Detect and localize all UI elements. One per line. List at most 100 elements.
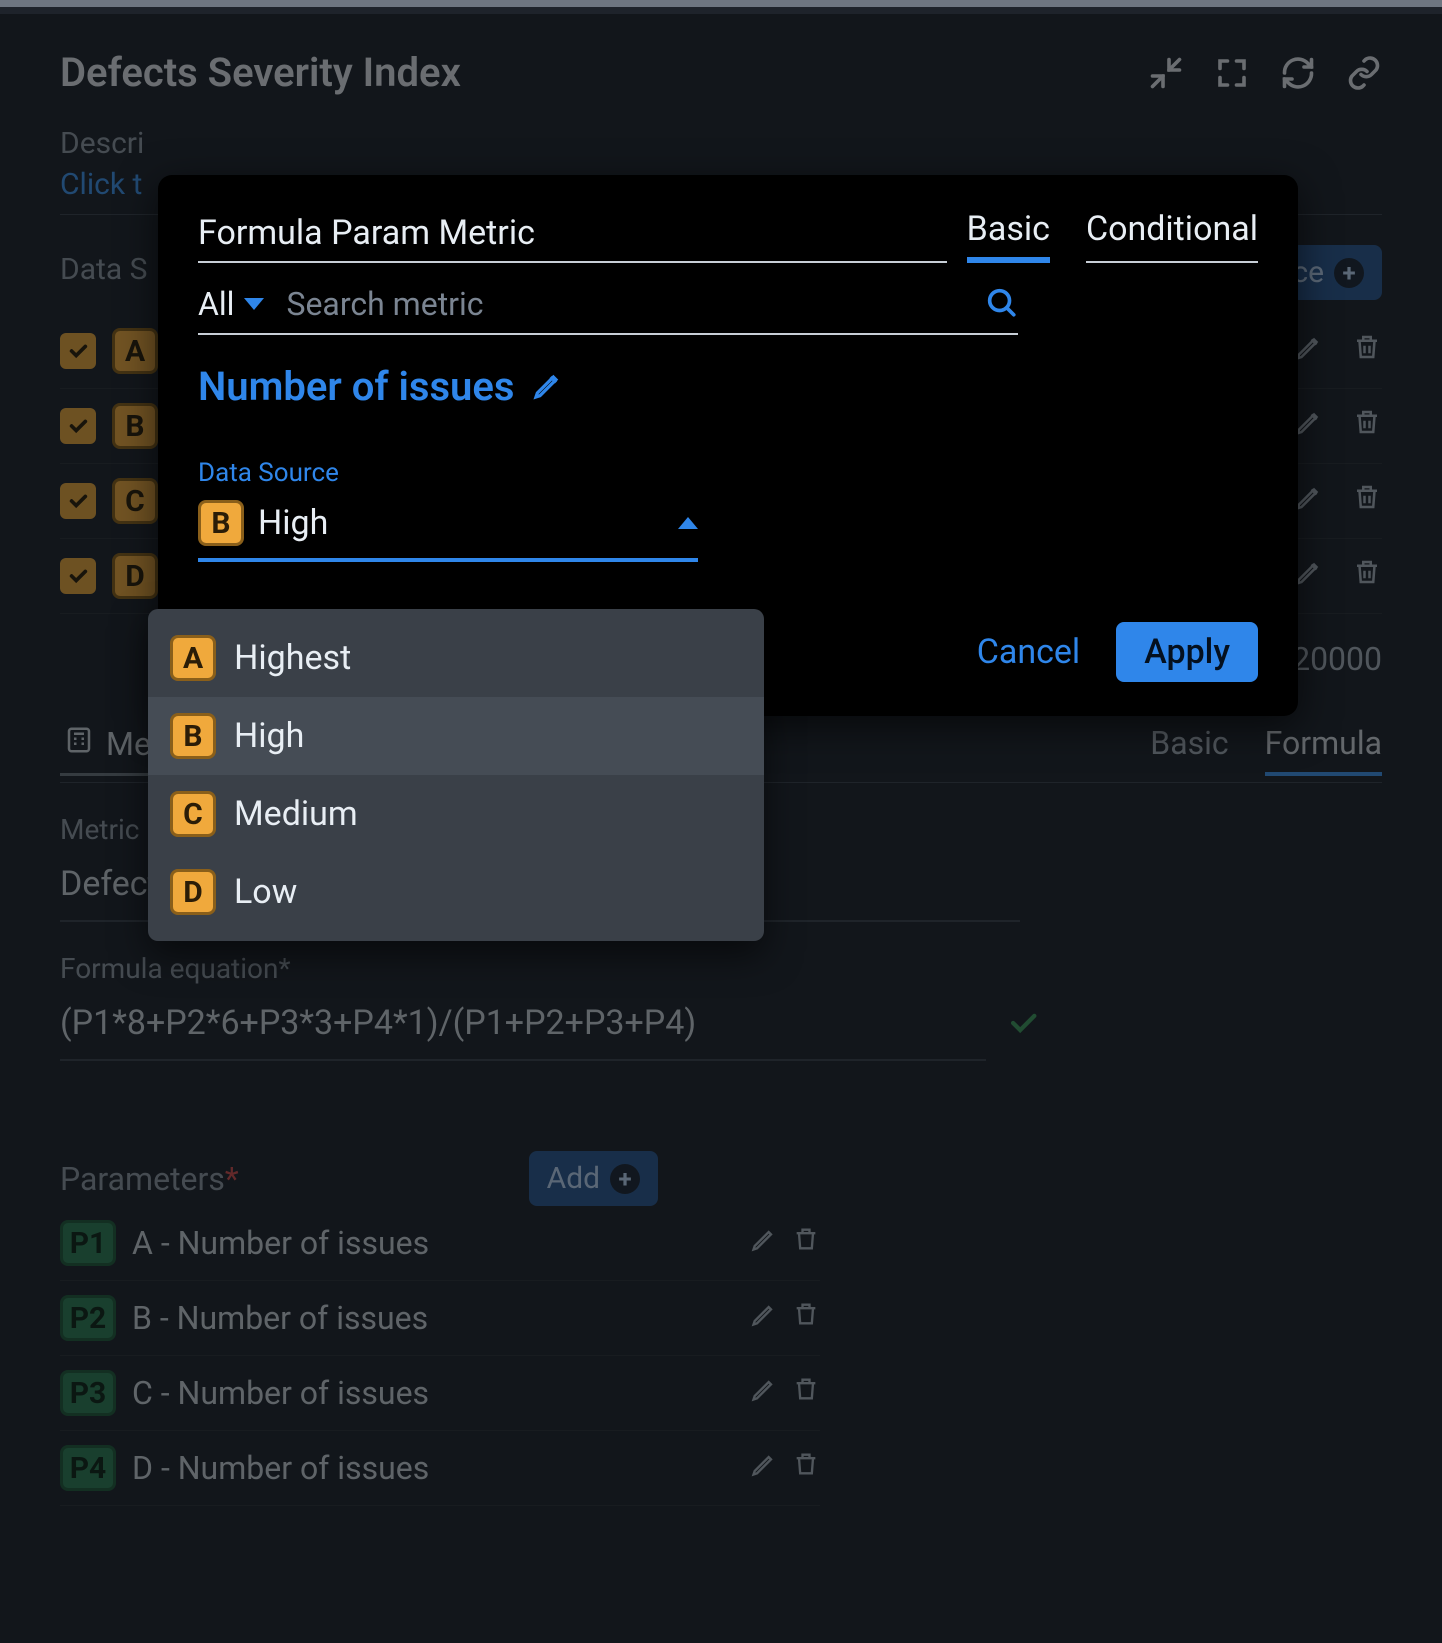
edit-icon[interactable] — [532, 369, 564, 405]
dropdown-option[interactable]: B High — [148, 697, 764, 775]
chevron-up-icon — [678, 517, 698, 529]
tab-formula[interactable]: Formula — [1265, 724, 1382, 776]
parameter-label: D - Number of issues — [132, 1449, 734, 1487]
parameter-label: B - Number of issues — [132, 1299, 734, 1337]
right-tabs: Basic Formula — [1150, 724, 1382, 776]
edit-icon[interactable] — [1294, 482, 1324, 520]
row-actions — [1294, 407, 1382, 445]
add-parameter-button[interactable]: Add + — [529, 1151, 658, 1206]
metric-search-row: All Search metric — [198, 281, 1018, 335]
parameter-row: P2 B - Number of issues — [60, 1281, 820, 1356]
tab-metrics[interactable]: Me — [60, 725, 155, 776]
edit-icon[interactable] — [1294, 557, 1324, 595]
option-label: Low — [234, 872, 297, 912]
parameters-title: Parameters* — [60, 1160, 239, 1198]
option-badge: D — [170, 869, 216, 915]
selected-source-name: High — [258, 503, 328, 543]
modal-header: Formula Param Metric Basic Conditional — [198, 209, 1258, 263]
parameter-badge: P3 — [60, 1370, 116, 1416]
search-filter-all[interactable]: All — [198, 285, 264, 323]
edit-icon[interactable] — [750, 1450, 778, 1486]
parameter-badge: P4 — [60, 1445, 116, 1491]
plus-icon: + — [1334, 258, 1364, 288]
edit-icon[interactable] — [750, 1300, 778, 1336]
parameter-label: C - Number of issues — [132, 1374, 734, 1412]
cancel-button[interactable]: Cancel — [977, 632, 1081, 672]
selected-source-badge: B — [198, 500, 244, 546]
option-badge: C — [170, 791, 216, 837]
parameter-label: A - Number of issues — [132, 1224, 734, 1262]
trash-icon[interactable] — [1352, 407, 1382, 445]
data-source-select[interactable]: B High — [198, 494, 698, 562]
tab-metrics-label: Me — [106, 725, 151, 763]
parameter-badge: P2 — [60, 1295, 116, 1341]
parameter-badge: P1 — [60, 1220, 116, 1266]
parameter-row: P3 C - Number of issues — [60, 1356, 820, 1431]
calculator-icon — [64, 725, 94, 763]
edit-icon[interactable] — [1294, 332, 1324, 370]
row-actions — [1294, 557, 1382, 595]
checkbox-icon[interactable] — [60, 558, 96, 594]
source-letter-badge: B — [112, 403, 158, 449]
edit-icon[interactable] — [1294, 407, 1324, 445]
tab-basic[interactable]: Basic — [1150, 724, 1228, 776]
parameters-list: P1 A - Number of issues P2 B - Number of… — [60, 1206, 1382, 1506]
trash-icon[interactable] — [1352, 557, 1382, 595]
option-label: High — [234, 716, 304, 756]
title-actions — [1148, 55, 1382, 91]
parameters-header: Parameters* Add + — [60, 1151, 1382, 1206]
edit-icon[interactable] — [750, 1225, 778, 1261]
plus-icon: + — [610, 1164, 640, 1194]
chevron-down-icon — [244, 298, 264, 310]
option-badge: B — [170, 713, 216, 759]
option-label: Medium — [234, 794, 358, 834]
checkbox-icon[interactable] — [60, 408, 96, 444]
modal-tab-conditional[interactable]: Conditional — [1086, 209, 1258, 263]
required-star: * — [225, 1160, 239, 1198]
page-title: Defects Severity Index — [60, 49, 461, 96]
app-window: Defects Severity Index — [0, 0, 1442, 1643]
collapse-icon[interactable] — [1148, 55, 1184, 91]
add-parameter-label: Add — [547, 1161, 600, 1196]
trash-icon[interactable] — [1352, 482, 1382, 520]
fullscreen-icon[interactable] — [1214, 55, 1250, 91]
search-all-label: All — [198, 285, 234, 323]
source-letter-badge: D — [112, 553, 158, 599]
description-label: Descri — [60, 126, 1382, 161]
option-label: Highest — [234, 638, 351, 678]
title-bar: Defects Severity Index — [0, 7, 1442, 126]
edit-icon[interactable] — [750, 1375, 778, 1411]
link-icon[interactable] — [1346, 55, 1382, 91]
modal-tab-basic[interactable]: Basic — [967, 209, 1050, 263]
modal-tabs: Basic Conditional — [967, 209, 1258, 263]
checkbox-icon[interactable] — [60, 333, 96, 369]
data-source-dropdown: A Highest B High C Medium D Low — [148, 609, 764, 941]
trash-icon[interactable] — [1352, 332, 1382, 370]
parameter-row: P4 D - Number of issues — [60, 1431, 820, 1506]
formula-label: Formula equation* — [60, 952, 1382, 985]
check-icon — [1006, 1006, 1040, 1048]
search-icon[interactable] — [984, 285, 1018, 323]
trash-icon[interactable] — [792, 1225, 820, 1261]
dropdown-option[interactable]: A Highest — [148, 619, 764, 697]
source-letter-badge: C — [112, 478, 158, 524]
option-badge: A — [170, 635, 216, 681]
selected-metric-row: Number of issues — [198, 363, 1258, 410]
dropdown-option[interactable]: D Low — [148, 853, 764, 931]
trash-icon[interactable] — [792, 1375, 820, 1411]
data-sources-label: Data S — [60, 252, 147, 287]
search-input[interactable]: Search metric — [286, 285, 984, 323]
formula-input[interactable]: (P1*8+P2*6+P3*3+P4*1)/(P1+P2+P3+P4) — [60, 993, 986, 1061]
parameter-row: P1 A - Number of issues — [60, 1206, 820, 1281]
data-source-select-label: Data Source — [198, 458, 698, 488]
apply-button[interactable]: Apply — [1116, 622, 1258, 682]
source-letter-badge: A — [112, 328, 158, 374]
modal-title: Formula Param Metric — [198, 213, 947, 253]
trash-icon[interactable] — [792, 1300, 820, 1336]
selected-metric-name: Number of issues — [198, 363, 514, 410]
refresh-icon[interactable] — [1280, 55, 1316, 91]
checkbox-icon[interactable] — [60, 483, 96, 519]
trash-icon[interactable] — [792, 1450, 820, 1486]
dropdown-option[interactable]: C Medium — [148, 775, 764, 853]
data-source-select-section: Data Source B High — [198, 458, 698, 562]
